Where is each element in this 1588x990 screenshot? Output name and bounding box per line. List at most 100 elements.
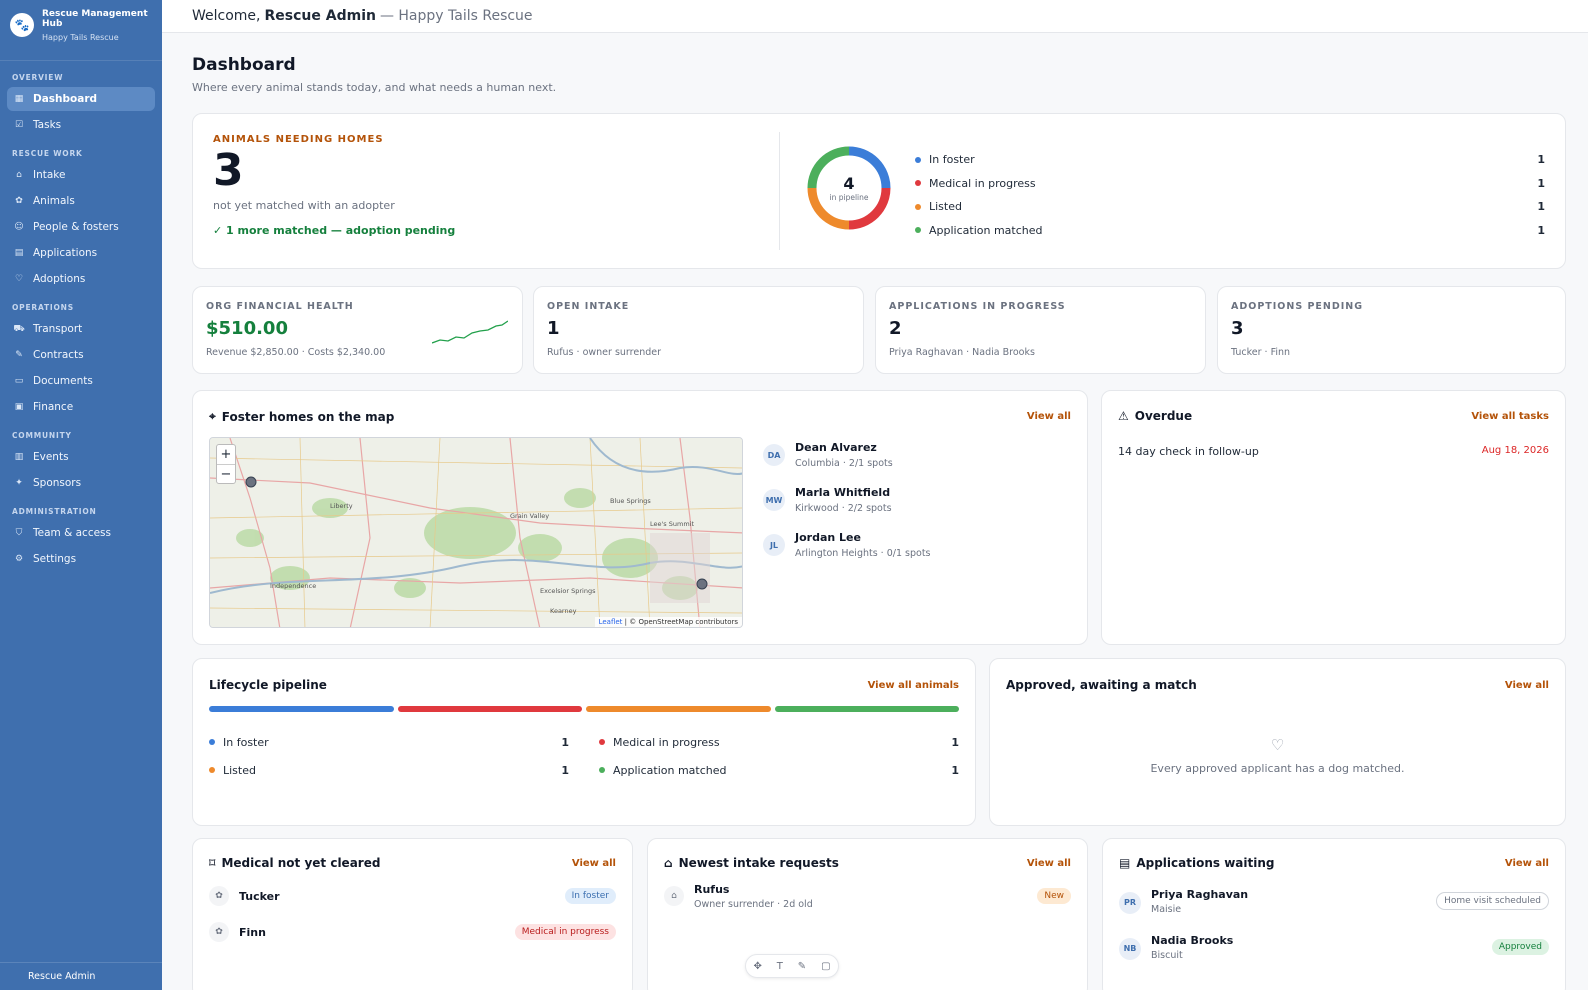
clipboard-icon: ▤: [14, 248, 24, 258]
legend-row: Application matched 1: [915, 219, 1545, 243]
comment-tool-icon[interactable]: ▢: [821, 961, 830, 972]
gear-icon: ⚙: [14, 554, 24, 564]
foster-map[interactable]: Liberty Grain Valley Blue Springs Lee's …: [209, 437, 743, 628]
check-circle-icon: ✓: [213, 224, 227, 238]
intake-card: ⌂ Newest intake requests View all ⌂ Rufus…: [647, 838, 1088, 990]
hero-note: not yet matched with an adopter: [213, 199, 395, 213]
overdue-task-row[interactable]: 14 day check in follow-up Aug 18, 2026: [1118, 445, 1549, 458]
sidebar-item-people-fosters[interactable]: ☺ People & fosters: [7, 215, 155, 239]
pipeline-row[interactable]: Application matched 1: [599, 756, 959, 784]
paw-logo-icon: 🐾: [10, 13, 34, 37]
zoom-in-button[interactable]: +: [217, 445, 235, 464]
pipeline-row[interactable]: In foster 1: [209, 728, 569, 756]
sidebar-item-team-access[interactable]: ⛉ Team & access: [7, 521, 155, 545]
map-pin-icon: ⌖: [209, 409, 216, 423]
nav-section-community: COMMUNITY: [12, 431, 72, 440]
empty-state: ♡ Every approved applicant has a dog mat…: [1006, 736, 1549, 775]
sidebar-item-documents[interactable]: ▭ Documents: [7, 369, 155, 393]
list-item[interactable]: ✿ Finn Medical in progress: [209, 914, 616, 950]
foster-meta: Kirkwood · 2/2 spots: [795, 503, 892, 514]
stat-sub: Revenue $2,850.00 · Costs $2,340.00: [206, 347, 386, 358]
sidebar-item-animals[interactable]: ✿ Animals: [7, 189, 155, 213]
sidebar-item-intake[interactable]: ⌂ Intake: [7, 163, 155, 187]
heart-icon: ♡: [1270, 736, 1285, 754]
pipeline-bar-in-foster: [209, 706, 394, 712]
welcome-org: — Happy Tails Rescue: [379, 8, 533, 24]
approved-awaiting-match-card: Approved, awaiting a match View all ♡ Ev…: [989, 658, 1566, 826]
checklist-icon: ☑: [14, 120, 24, 130]
foster-item[interactable]: JL Jordan Lee Arlington Heights · 0/1 spo…: [763, 531, 1063, 576]
foster-item[interactable]: DA Dean Alvarez Columbia · 2/1 spots: [763, 441, 1063, 486]
sidebar-item-finance[interactable]: ▣ Finance: [7, 395, 155, 419]
card-title: ⌑ Medical not yet cleared: [209, 856, 380, 870]
foster-name: Jordan Lee: [795, 531, 861, 544]
legend-row: Medical in progress 1: [915, 172, 1545, 196]
list-item[interactable]: NB Nadia Brooks Biscuit Approved: [1119, 924, 1549, 970]
map-marker[interactable]: [245, 476, 257, 488]
sidebar-user[interactable]: Rescue Admin: [0, 962, 162, 990]
sidebar-item-tasks[interactable]: ☑ Tasks: [7, 113, 155, 137]
legend-dot: [209, 767, 215, 773]
sidebar: 🐾 Rescue Management Hub Happy Tails Resc…: [0, 0, 162, 990]
move-tool-icon[interactable]: ✥: [753, 961, 761, 972]
stat-open-intake[interactable]: OPEN INTAKE 1 Rufus · owner surrender: [533, 286, 864, 374]
list-item[interactable]: ✿ Tucker In foster: [209, 878, 616, 914]
leaflet-link[interactable]: Leaflet: [599, 618, 623, 626]
brand[interactable]: 🐾 Rescue Management Hub Happy Tails Resc…: [0, 0, 162, 61]
view-all-animals-link[interactable]: View all animals: [868, 680, 959, 691]
view-all-link[interactable]: View all: [1505, 858, 1549, 869]
view-all-link[interactable]: View all: [1027, 411, 1071, 422]
map-marker[interactable]: [696, 578, 708, 590]
welcome-user: Rescue Admin: [264, 8, 376, 24]
sidebar-item-label: Animals: [33, 195, 75, 207]
sidebar-item-applications[interactable]: ▤ Applications: [7, 241, 155, 265]
sidebar-item-label: Tasks: [33, 119, 62, 131]
sidebar-item-label: Adoptions: [33, 273, 86, 285]
pipeline-row[interactable]: Listed 1: [209, 756, 569, 784]
list-item[interactable]: ⌂ Rufus Owner surrender · 2d old New: [664, 878, 1071, 914]
topbar: Welcome, Rescue Admin — Happy Tails Resc…: [162, 0, 1588, 33]
view-all-link[interactable]: View all: [1505, 680, 1549, 691]
floating-toolbar: ✥ T ✎ ▢: [745, 954, 839, 978]
sidebar-item-transport[interactable]: ⛟ Transport: [7, 317, 155, 341]
stat-financial-health[interactable]: ORG FINANCIAL HEALTH $510.00 Revenue $2,…: [192, 286, 523, 374]
pipeline-label: Application matched: [613, 763, 727, 777]
sidebar-item-contracts[interactable]: ✎ Contracts: [7, 343, 155, 367]
pipeline-label: Listed: [223, 763, 256, 777]
card-title: Lifecycle pipeline: [209, 678, 327, 692]
sidebar-item-sponsors[interactable]: ✦ Sponsors: [7, 471, 155, 495]
finance-icon: ▣: [14, 402, 24, 412]
inbox-icon: ⌂: [664, 886, 684, 906]
sidebar-item-settings[interactable]: ⚙ Settings: [7, 547, 155, 571]
text-tool-icon[interactable]: T: [777, 961, 783, 972]
sidebar-item-events[interactable]: ▥ Events: [7, 445, 155, 469]
stat-label: APPLICATIONS IN PROGRESS: [889, 301, 1066, 312]
pen-tool-icon[interactable]: ✎: [798, 961, 806, 972]
overdue-card: ⚠ Overdue View all tasks 14 day check in …: [1101, 390, 1566, 645]
view-all-link[interactable]: View all: [572, 858, 616, 869]
sidebar-item-label: People & fosters: [33, 221, 119, 233]
foster-meta: Columbia · 2/1 spots: [795, 458, 893, 469]
medical-card: ⌑ Medical not yet cleared View all ✿ Tuck…: [192, 838, 633, 990]
sidebar-item-label: Team & access: [33, 527, 111, 539]
list-item[interactable]: PR Priya Raghavan Maisie Home visit sched…: [1119, 878, 1549, 924]
sidebar-item-adoptions[interactable]: ♡ Adoptions: [7, 267, 155, 291]
pipeline-legend: In foster 1 Medical in progress 1 Listed 1 …: [915, 148, 1545, 242]
animals-needing-homes-card: ANIMALS NEEDING HOMES 3 not yet matched …: [192, 113, 1566, 269]
zoom-out-button[interactable]: −: [217, 464, 235, 483]
sponsor-icon: ✦: [15, 478, 23, 488]
applications-waiting-card: ▤ Applications waiting View all PR Priya …: [1102, 838, 1566, 990]
foster-item[interactable]: MW Marla Whitfield Kirkwood · 2/2 spots: [763, 486, 1063, 531]
sparkline-line: [432, 320, 508, 344]
view-all-tasks-link[interactable]: View all tasks: [1471, 411, 1549, 422]
tag-icon: ⌑: [209, 856, 216, 870]
pipeline-row[interactable]: Medical in progress 1: [599, 728, 959, 756]
stat-adoptions-pending[interactable]: ADOPTIONS PENDING 3 Tucker · Finn: [1217, 286, 1566, 374]
card-title: ⚠ Overdue: [1118, 409, 1192, 423]
legend-count: 1: [1537, 176, 1545, 190]
stat-applications-in-progress[interactable]: APPLICATIONS IN PROGRESS 2 Priya Raghava…: [875, 286, 1206, 374]
sidebar-item-dashboard[interactable]: ▦ Dashboard: [7, 87, 155, 111]
avatar: NB: [1119, 937, 1141, 960]
view-all-link[interactable]: View all: [1027, 858, 1071, 869]
financial-sparkline: [432, 320, 508, 344]
